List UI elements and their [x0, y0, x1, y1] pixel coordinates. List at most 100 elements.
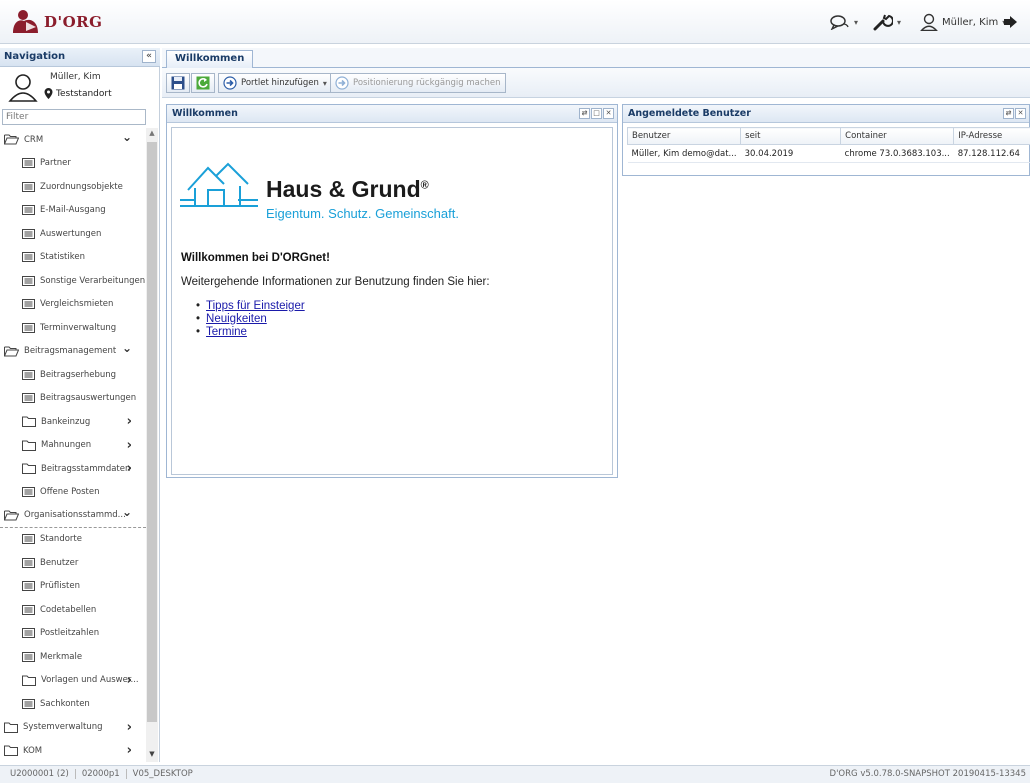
sidebar-item[interactable]: Statistiken [0, 246, 146, 270]
sidebar-item-label: Organisationsstammd... [24, 510, 126, 521]
refresh-portlet-icon[interactable]: ⇄ [579, 108, 590, 119]
column-header-benutzer[interactable]: Benutzer [626, 127, 742, 145]
table-row[interactable]: Müller, Kim demo@dat... 30.04.2019 chrom… [627, 144, 1030, 163]
refresh-portlet-icon[interactable]: ⇄ [1003, 108, 1014, 119]
list-icon [22, 181, 35, 192]
maximize-portlet-icon[interactable]: □ [591, 108, 602, 119]
sidebar-item[interactable]: Auswertungen [0, 222, 146, 246]
undo-positioning-button[interactable]: Positionierung rückgängig machen [330, 73, 506, 93]
sidebar-item[interactable]: Beitragsauswertungen [0, 387, 146, 411]
collapse-navigation-button[interactable]: « [142, 50, 156, 63]
sidebar-item-label: Codetabellen [40, 604, 97, 615]
user-menu[interactable]: Müller, Kim ▾ [920, 10, 1006, 34]
sidebar-item[interactable]: Vorlagen und Auswer... › [0, 669, 146, 693]
status-segments: U2000001 (2) 02000p1 V05_DESKTOP [4, 769, 199, 779]
filter-input[interactable] [2, 109, 146, 125]
sidebar-item-label: Sonstige Verarbeitungen [40, 275, 146, 286]
chevron-right-icon[interactable]: › [127, 461, 132, 476]
sidebar-item[interactable]: Merkmale [0, 645, 146, 669]
sidebar-item[interactable]: Beitragsmanagement ⌄ [0, 340, 146, 364]
table-header-row: Benutzer seit Container IP-Adresse [626, 127, 1030, 145]
sidebar-item[interactable]: Prüflisten [0, 575, 146, 599]
sidebar-item[interactable]: Sonstige Verarbeitungen [0, 269, 146, 293]
sidebar-item[interactable]: KOM › [0, 739, 146, 762]
welcome-portlet-header[interactable]: Willkommen ⇄ □ ✕ [167, 105, 617, 123]
sidebar-item[interactable]: Organisationsstammd... ⌄ [0, 504, 146, 528]
sidebar-item[interactable]: Zuordnungsobjekte [0, 175, 146, 199]
sidebar-item[interactable]: Beitragsstammdaten › [0, 457, 146, 481]
sidebar-item[interactable]: Mahnungen › [0, 434, 146, 458]
status-user: U2000001 (2) [4, 769, 76, 779]
tab-willkommen[interactable]: Willkommen [166, 50, 254, 68]
sidebar-item[interactable]: Codetabellen [0, 598, 146, 622]
list-icon [22, 534, 35, 545]
link-neuigkeiten[interactable]: Neuigkeiten [206, 313, 267, 325]
chevron-right-icon[interactable]: › [127, 743, 132, 758]
chevron-down-icon[interactable]: ⌄ [122, 130, 132, 144]
chevron-down-icon[interactable]: ⌄ [122, 505, 132, 519]
sidebar-item[interactable]: Terminverwaltung [0, 316, 146, 340]
app-logo[interactable]: D'ORG [10, 8, 102, 36]
sidebar-item[interactable]: Beitragserhebung [0, 363, 146, 387]
sidebar-scrollbar[interactable]: ▲ ▼ [146, 128, 158, 762]
sidebar-item[interactable]: Vergleichsmieten [0, 293, 146, 317]
close-portlet-icon[interactable]: ✕ [1015, 108, 1026, 119]
list-icon [22, 205, 35, 216]
chat-menu[interactable]: ▾ [830, 10, 858, 34]
cell-benutzer: Müller, Kim demo@dat... [627, 144, 741, 163]
sidebar-item-label: Beitragserhebung [40, 369, 117, 380]
list-icon [22, 322, 35, 333]
sidebar-item-label: Systemverwaltung [23, 722, 103, 733]
folder-open-icon [4, 510, 19, 521]
logged-in-users-portlet: Angemeldete Benutzer ⇄ ✕ Benutzer seit C… [622, 104, 1030, 176]
sidebar-item[interactable]: Postleitzahlen [0, 622, 146, 646]
folder-icon [22, 440, 36, 451]
location[interactable]: Teststandort [44, 88, 112, 99]
chevron-right-icon[interactable]: › [127, 414, 132, 429]
scroll-down-icon[interactable]: ▼ [147, 750, 157, 760]
list-icon [22, 369, 35, 380]
sidebar-item-label: Standorte [40, 534, 82, 545]
user-menu-label: Müller, Kim [942, 16, 999, 28]
scroll-up-icon[interactable]: ▲ [147, 129, 157, 139]
map-marker-icon [44, 88, 53, 99]
list-icon [22, 581, 35, 592]
close-portlet-icon[interactable]: ✕ [603, 108, 614, 119]
column-header-ip-adresse[interactable]: IP-Adresse [953, 127, 1030, 145]
link-termine[interactable]: Termine [206, 326, 247, 338]
scrollbar-thumb[interactable] [147, 142, 157, 722]
column-header-seit[interactable]: seit [740, 127, 842, 145]
status-version: D'ORG v5.0.78.0-SNAPSHOT 20190415-13345 [829, 769, 1026, 779]
sidebar-item-label: KOM [23, 745, 43, 756]
sidebar-item[interactable]: E-Mail-Ausgang [0, 199, 146, 223]
sidebar-item[interactable]: Sachkonten [0, 692, 146, 716]
sidebar-item[interactable]: Standorte [0, 528, 146, 552]
sidebar-item[interactable]: CRM ⌄ [0, 128, 146, 152]
settings-menu[interactable]: ▾ [873, 10, 901, 34]
sidebar-item[interactable]: Partner [0, 152, 146, 176]
user-icon [920, 13, 938, 31]
chevron-right-icon[interactable]: › [127, 673, 132, 688]
sidebar-item[interactable]: Benutzer [0, 551, 146, 575]
save-button[interactable] [166, 73, 190, 93]
sidebar-item[interactable]: Bankeinzug › [0, 410, 146, 434]
chat-icon [830, 15, 849, 30]
column-header-container[interactable]: Container [840, 127, 955, 145]
sidebar-item[interactable]: Offene Posten [0, 481, 146, 505]
logout-button[interactable] [1003, 10, 1019, 34]
chevron-down-icon: ▾ [897, 17, 902, 27]
users-table: Benutzer seit Container IP-Adresse Mülle… [626, 127, 1030, 163]
refresh-button[interactable] [191, 73, 215, 93]
users-portlet-header[interactable]: Angemeldete Benutzer ⇄ ✕ [623, 105, 1029, 123]
welcome-portlet: Willkommen ⇄ □ ✕ Haus & Grund® Eigentum.… [166, 104, 618, 478]
add-portlet-button[interactable]: Portlet hinzufügen ▾ [218, 73, 332, 93]
list-icon [22, 299, 35, 310]
floppy-disk-icon [171, 76, 185, 90]
list-icon [22, 158, 35, 169]
sidebar-item[interactable]: Systemverwaltung › [0, 716, 146, 740]
link-tipps[interactable]: Tipps für Einsteiger [206, 300, 305, 312]
chevron-right-icon[interactable]: › [127, 438, 132, 453]
chevron-right-icon[interactable]: › [127, 720, 132, 735]
wrench-icon [873, 14, 893, 31]
chevron-down-icon[interactable]: ⌄ [122, 341, 132, 355]
